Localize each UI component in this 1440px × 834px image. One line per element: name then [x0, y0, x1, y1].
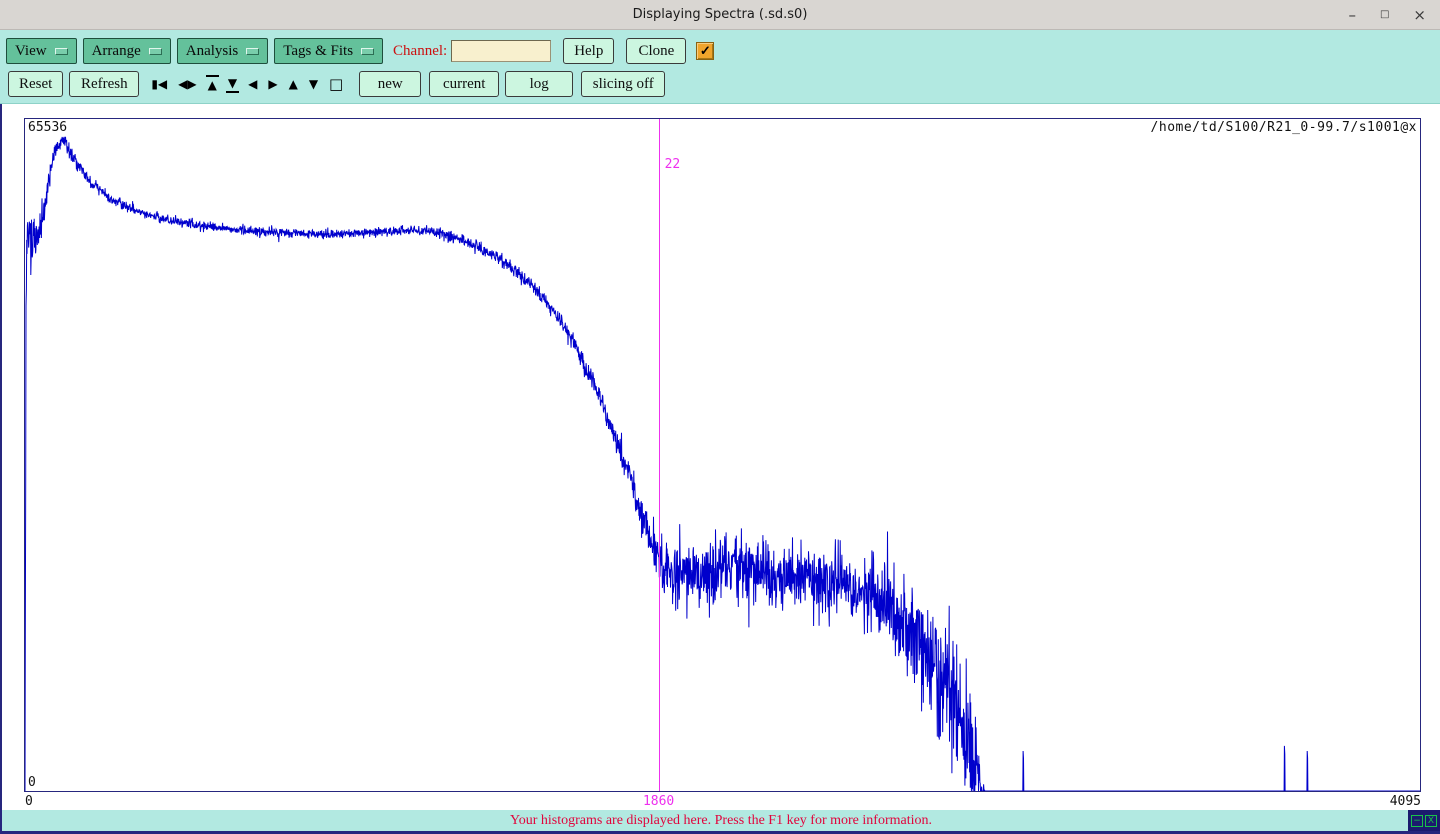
menu-indicator-icon	[55, 48, 68, 55]
status-minimize-icon[interactable]: −	[1411, 815, 1423, 827]
titlebar[interactable]: Displaying Spectra (.sd.s0) – □ ×	[0, 0, 1440, 30]
minimize-icon[interactable]: –	[1348, 8, 1356, 23]
y-axis-max-label: 65536	[28, 120, 67, 135]
clone-button[interactable]: Clone	[626, 38, 686, 64]
scroll-top-icon[interactable]: ▲	[206, 75, 219, 93]
toolbar: View Arrange Analysis Tags & Fits Channe…	[0, 30, 1440, 104]
menu-arrange-label: Arrange	[92, 43, 141, 60]
window-controls: – □ ×	[1348, 0, 1426, 30]
spectrum-file-path: /home/td/S100/R21_0-99.7/s1001@x	[1151, 120, 1417, 135]
cursor-count-label: 22	[665, 157, 681, 172]
scroll-up-icon[interactable]: ▲	[287, 76, 300, 92]
spectrum-plot[interactable]: 22 65536 /home/td/S100/R21_0-99.7/s1001@…	[24, 118, 1421, 792]
window-title: Displaying Spectra (.sd.s0)	[0, 7, 1440, 22]
menu-tags-fits-label: Tags & Fits	[283, 43, 353, 60]
x-axis-min-label: 0	[25, 794, 33, 809]
scroll-down-icon[interactable]: ▼	[307, 76, 320, 92]
close-icon[interactable]: ×	[1413, 8, 1426, 23]
menu-arrange[interactable]: Arrange	[83, 38, 171, 64]
spectrum-canvas[interactable]	[25, 119, 1420, 791]
menu-view[interactable]: View	[6, 38, 77, 64]
scroll-bottom-icon[interactable]: ▼	[226, 75, 239, 93]
menu-analysis[interactable]: Analysis	[177, 38, 269, 64]
scroll-home-icon[interactable]: ▮◀	[149, 76, 169, 92]
menu-view-label: View	[15, 43, 47, 60]
check-icon: ✓	[700, 43, 711, 59]
nav-button-group: ▮◀ ◀▶ ▲ ▼ ◀ ▶ ▲ ▼ □	[149, 75, 345, 94]
toolbar-row-1: View Arrange Analysis Tags & Fits Channe…	[0, 37, 1440, 65]
full-view-icon[interactable]: □	[327, 75, 345, 94]
status-close-icon[interactable]: X	[1425, 815, 1437, 827]
plot-region: 22 65536 /home/td/S100/R21_0-99.7/s1001@…	[0, 104, 1440, 810]
menu-indicator-icon	[361, 48, 374, 55]
log-button[interactable]: log	[505, 71, 573, 97]
status-message: Your histograms are displayed here. Pres…	[510, 813, 932, 829]
x-axis-max-label: 4095	[1390, 794, 1421, 809]
refresh-button[interactable]: Refresh	[69, 71, 139, 97]
new-button[interactable]: new	[359, 71, 421, 97]
current-button[interactable]: current	[429, 71, 499, 97]
maximize-icon[interactable]: □	[1380, 10, 1389, 20]
menu-analysis-label: Analysis	[186, 43, 239, 60]
cursor-channel-label: 1860	[643, 794, 674, 809]
clone-checkbox[interactable]: ✓	[696, 42, 714, 60]
menu-indicator-icon	[149, 48, 162, 55]
menu-tags-fits[interactable]: Tags & Fits	[274, 38, 383, 64]
scroll-right-icon[interactable]: ▶	[266, 76, 279, 92]
menu-indicator-icon	[246, 48, 259, 55]
plot-canvas[interactable]: 22	[25, 119, 1420, 791]
statusbar-corner: − X	[1408, 810, 1440, 831]
scroll-left-icon[interactable]: ◀	[246, 76, 259, 92]
toolbar-row-2: Reset Refresh ▮◀ ◀▶ ▲ ▼ ◀ ▶ ▲ ▼ □ new cu…	[0, 70, 1440, 98]
status-bar: Your histograms are displayed here. Pres…	[0, 810, 1440, 834]
cursor-marker-line[interactable]	[659, 119, 660, 791]
slicing-toggle-button[interactable]: slicing off	[581, 71, 665, 97]
spectrum-trace	[25, 137, 1420, 791]
reset-button[interactable]: Reset	[8, 71, 63, 97]
channel-input[interactable]	[451, 40, 551, 62]
expand-x-icon[interactable]: ◀▶	[176, 76, 198, 92]
y-axis-min-label: 0	[28, 775, 36, 790]
help-button[interactable]: Help	[563, 38, 614, 64]
channel-label: Channel:	[393, 43, 447, 60]
